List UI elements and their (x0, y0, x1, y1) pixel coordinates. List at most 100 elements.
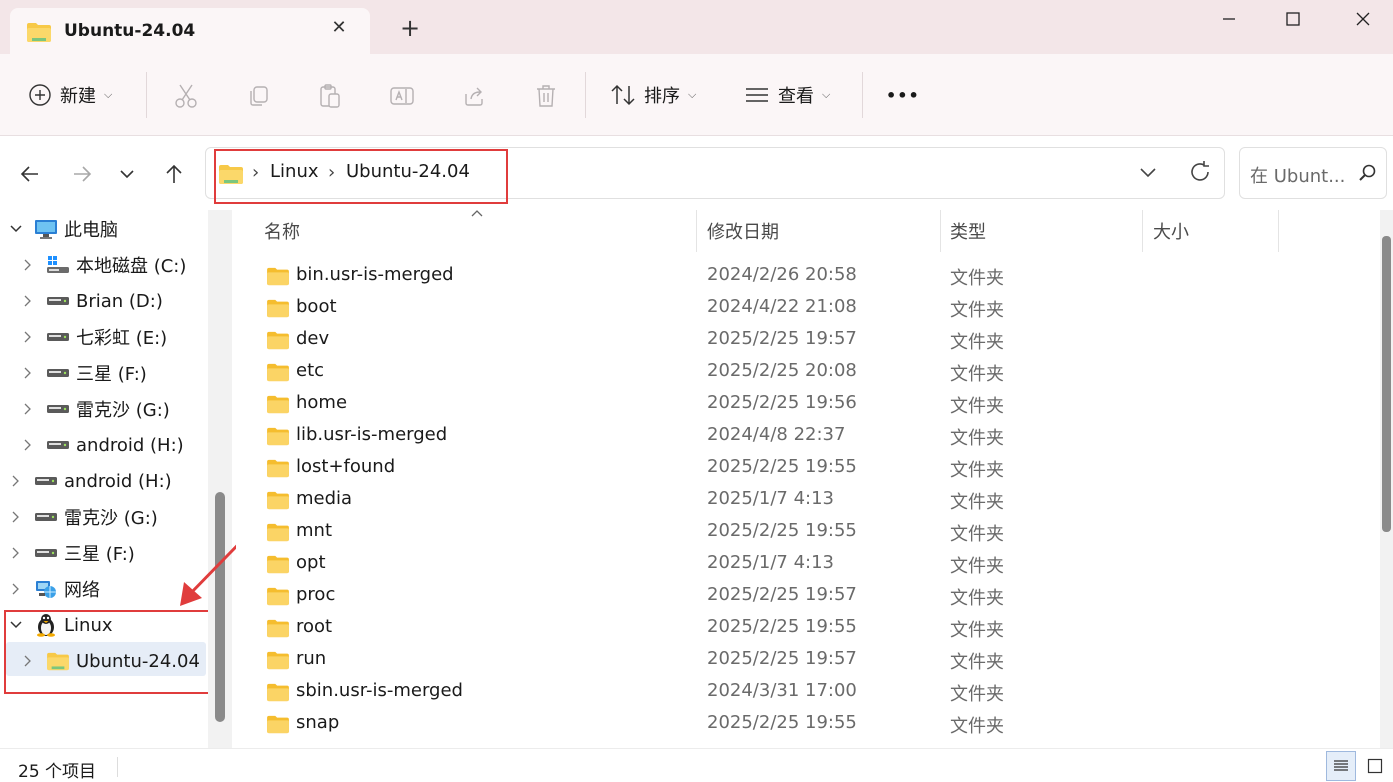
sort-button[interactable]: 排序 ⌵ (610, 80, 696, 110)
file-type: 文件夹 (950, 396, 1004, 417)
sidebar-item[interactable]: 雷克沙 (G:) (20, 392, 170, 426)
rename-button[interactable] (386, 80, 418, 112)
column-divider[interactable] (1278, 210, 1279, 252)
file-row[interactable]: home 2025/2/25 19:56 文件夹 (236, 387, 1380, 419)
sidebar-item[interactable]: android (H:) (8, 464, 172, 498)
file-row[interactable]: bin.usr-is-merged 2024/2/26 20:58 文件夹 (236, 259, 1380, 291)
drive-icon (46, 325, 70, 349)
new-button[interactable]: 新建 ⌵ (28, 80, 112, 110)
sidebar-item-label: 三星 (F:) (76, 364, 147, 385)
folder-icon (266, 330, 290, 354)
share-button[interactable] (458, 80, 490, 112)
file-row[interactable]: media 2025/1/7 4:13 文件夹 (236, 483, 1380, 515)
column-header-type[interactable]: 类型 (940, 210, 1142, 252)
chevron-right-icon[interactable] (20, 294, 36, 308)
address-bar[interactable]: › Linux › Ubuntu-24.04 (205, 147, 1225, 204)
file-row[interactable]: etc 2025/2/25 20:08 文件夹 (236, 355, 1380, 387)
sidebar-item[interactable]: 此电脑 (8, 212, 118, 246)
file-row[interactable]: dev 2025/2/25 19:57 文件夹 (236, 323, 1380, 355)
file-type: 文件夹 (950, 460, 1004, 481)
paste-button[interactable] (314, 80, 346, 112)
sidebar-item[interactable]: 网络 (8, 572, 100, 606)
tab-ubuntu[interactable]: Ubuntu-24.04 ✕ (10, 8, 370, 54)
cut-button[interactable] (170, 80, 202, 112)
sidebar-item[interactable]: 三星 (F:) (20, 356, 147, 390)
back-button[interactable] (16, 160, 44, 188)
chevron-right-icon[interactable] (8, 474, 24, 488)
file-row[interactable]: boot 2024/4/22 21:08 文件夹 (236, 291, 1380, 323)
refresh-button[interactable] (1188, 160, 1212, 188)
file-row[interactable]: lib.usr-is-merged 2024/4/8 22:37 文件夹 (236, 419, 1380, 451)
file-name: lost+found (296, 456, 396, 477)
file-modified-date: 2024/2/26 20:58 (707, 264, 857, 285)
view-button[interactable]: 查看 ⌵ (744, 80, 830, 110)
tiles-view-button[interactable] (1360, 751, 1390, 781)
close-tab-icon[interactable]: ✕ (328, 17, 350, 39)
search-box[interactable]: 在 Ubunt... (1239, 147, 1387, 199)
column-header-size[interactable]: 大小 (1143, 210, 1277, 252)
chevron-right-icon[interactable] (20, 366, 36, 380)
file-row[interactable]: mnt 2025/2/25 19:55 文件夹 (236, 515, 1380, 547)
maximize-icon (1286, 12, 1300, 26)
sidebar-item[interactable]: Brian (D:) (20, 284, 163, 318)
chevron-right-icon[interactable] (20, 258, 36, 272)
file-name: sbin.usr-is-merged (296, 680, 463, 701)
maximize-button[interactable] (1270, 4, 1316, 34)
sidebar-item-label: 七彩虹 (E:) (76, 328, 168, 349)
sidebar-item-label: 本地磁盘 (C:) (76, 256, 187, 277)
file-name: etc (296, 360, 325, 381)
chevron-right-icon[interactable] (20, 330, 36, 344)
view-list-icon (746, 88, 768, 102)
minimize-button[interactable] (1206, 4, 1252, 34)
file-row[interactable]: lost+found 2025/2/25 19:55 文件夹 (236, 451, 1380, 483)
share-icon (465, 87, 483, 106)
file-name: dev (296, 328, 330, 349)
drive-icon (34, 469, 58, 493)
recent-locations-button[interactable] (113, 160, 141, 188)
address-dropdown-button[interactable] (1138, 162, 1158, 186)
chevron-right-icon[interactable] (8, 510, 24, 524)
search-input[interactable]: 在 Ubunt... (1250, 162, 1345, 188)
file-row[interactable]: run 2025/2/25 19:57 文件夹 (236, 643, 1380, 675)
chevron-right-icon[interactable] (8, 582, 24, 596)
file-row[interactable]: root 2025/2/25 19:55 文件夹 (236, 611, 1380, 643)
file-row[interactable]: sbin.usr-is-merged 2024/3/31 17:00 文件夹 (236, 675, 1380, 707)
folder-icon (266, 714, 290, 738)
divider (862, 72, 863, 118)
file-type: 文件夹 (950, 620, 1004, 641)
drive-icon (34, 541, 58, 565)
file-type: 文件夹 (950, 524, 1004, 545)
sidebar-item[interactable]: android (H:) (20, 428, 184, 462)
chevron-right-icon[interactable] (8, 546, 24, 560)
tab-title: Ubuntu-24.04 (64, 21, 196, 41)
annotation-highlight-box (4, 610, 213, 694)
chevron-right-icon[interactable] (20, 402, 36, 416)
up-button[interactable] (160, 160, 188, 188)
folder-icon (266, 650, 290, 674)
new-tab-button[interactable]: + (398, 16, 422, 40)
sidebar-item[interactable]: 本地磁盘 (C:) (20, 248, 186, 282)
file-type: 文件夹 (950, 428, 1004, 449)
forward-button[interactable] (68, 160, 96, 188)
arrow-up-icon (166, 164, 182, 183)
chevron-down-icon[interactable] (8, 224, 24, 234)
column-header-modified[interactable]: 修改日期 (697, 210, 939, 252)
chevron-right-icon[interactable] (20, 438, 36, 452)
more-options-button[interactable]: ••• (886, 80, 920, 110)
sidebar-item[interactable]: 三星 (F:) (8, 536, 135, 570)
column-header-name[interactable]: 名称 (254, 210, 696, 252)
details-view-button[interactable] (1326, 751, 1356, 781)
arrow-right-icon (74, 166, 92, 182)
file-list-scrollbar-thumb[interactable] (1382, 236, 1391, 532)
file-row[interactable]: snap 2025/2/25 19:55 文件夹 (236, 707, 1380, 739)
new-label: 新建 (60, 86, 96, 107)
delete-button[interactable] (530, 80, 562, 112)
sidebar-item[interactable]: 雷克沙 (G:) (8, 500, 158, 534)
chevron-down-icon: ⌵ (688, 88, 697, 101)
file-row[interactable]: opt 2025/1/7 4:13 文件夹 (236, 547, 1380, 579)
sidebar-item[interactable]: 七彩虹 (E:) (20, 320, 167, 354)
file-row[interactable]: proc 2025/2/25 19:57 文件夹 (236, 579, 1380, 611)
close-window-button[interactable] (1340, 4, 1386, 34)
folder-icon (266, 266, 290, 290)
copy-button[interactable] (242, 80, 274, 112)
